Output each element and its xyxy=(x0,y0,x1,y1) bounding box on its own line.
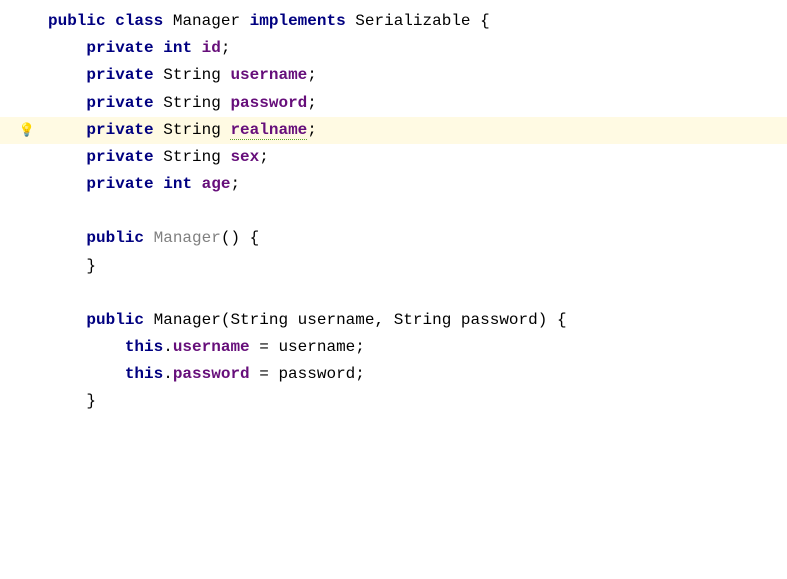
blank-line[interactable] xyxy=(0,198,787,225)
code-line[interactable]: private int id; xyxy=(0,35,787,62)
keyword-class: class xyxy=(115,12,163,30)
brace-close: } xyxy=(86,257,96,275)
code-line[interactable]: this.password = password; xyxy=(0,361,787,388)
keyword-public: public xyxy=(86,311,144,329)
code-line[interactable]: this.username = username; xyxy=(0,334,787,361)
param-username: username xyxy=(298,311,375,329)
code-line[interactable]: } xyxy=(0,253,787,280)
constructor-name: Manager xyxy=(154,311,221,329)
type-string: String xyxy=(163,66,221,84)
field-password: password xyxy=(230,94,307,112)
code-line[interactable]: } xyxy=(0,388,787,415)
blank-line[interactable] xyxy=(0,280,787,307)
field-sex: sex xyxy=(230,148,259,166)
field-password: password xyxy=(173,365,250,383)
keyword-private: private xyxy=(86,148,153,166)
code-line[interactable]: public Manager(String username, String p… xyxy=(0,307,787,334)
field-id: id xyxy=(202,39,221,57)
field-realname: realname xyxy=(230,121,307,140)
code-line[interactable]: public Manager() { xyxy=(0,225,787,252)
type-string: String xyxy=(163,148,221,166)
brace-close: } xyxy=(86,392,96,410)
keyword-private: private xyxy=(86,66,153,84)
keyword-public: public xyxy=(86,229,144,247)
field-username: username xyxy=(230,66,307,84)
code-line[interactable]: private String password; xyxy=(0,90,787,117)
keyword-this: this xyxy=(125,338,163,356)
code-line[interactable]: private String username; xyxy=(0,62,787,89)
type-int: int xyxy=(163,39,192,57)
keyword-implements: implements xyxy=(250,12,346,30)
type-string: String xyxy=(163,121,221,139)
code-line[interactable]: public class Manager implements Serializ… xyxy=(0,8,787,35)
keyword-private: private xyxy=(86,94,153,112)
type-int: int xyxy=(163,175,192,193)
constructor-name: Manager xyxy=(154,229,221,247)
field-username: username xyxy=(173,338,250,356)
keyword-public: public xyxy=(48,12,106,30)
lightbulb-icon[interactable]: 💡 xyxy=(6,120,48,142)
keyword-private: private xyxy=(86,175,153,193)
code-line[interactable]: private int age; xyxy=(0,171,787,198)
keyword-private: private xyxy=(86,39,153,57)
interface-name: Serializable xyxy=(355,12,470,30)
code-line[interactable]: private String sex; xyxy=(0,144,787,171)
code-line-highlighted[interactable]: 💡 private String realname; xyxy=(0,117,787,144)
param-password: password xyxy=(461,311,538,329)
field-age: age xyxy=(202,175,231,193)
type-string: String xyxy=(163,94,221,112)
keyword-private: private xyxy=(86,121,153,139)
brace-open: { xyxy=(480,12,490,30)
class-name: Manager xyxy=(173,12,240,30)
keyword-this: this xyxy=(125,365,163,383)
